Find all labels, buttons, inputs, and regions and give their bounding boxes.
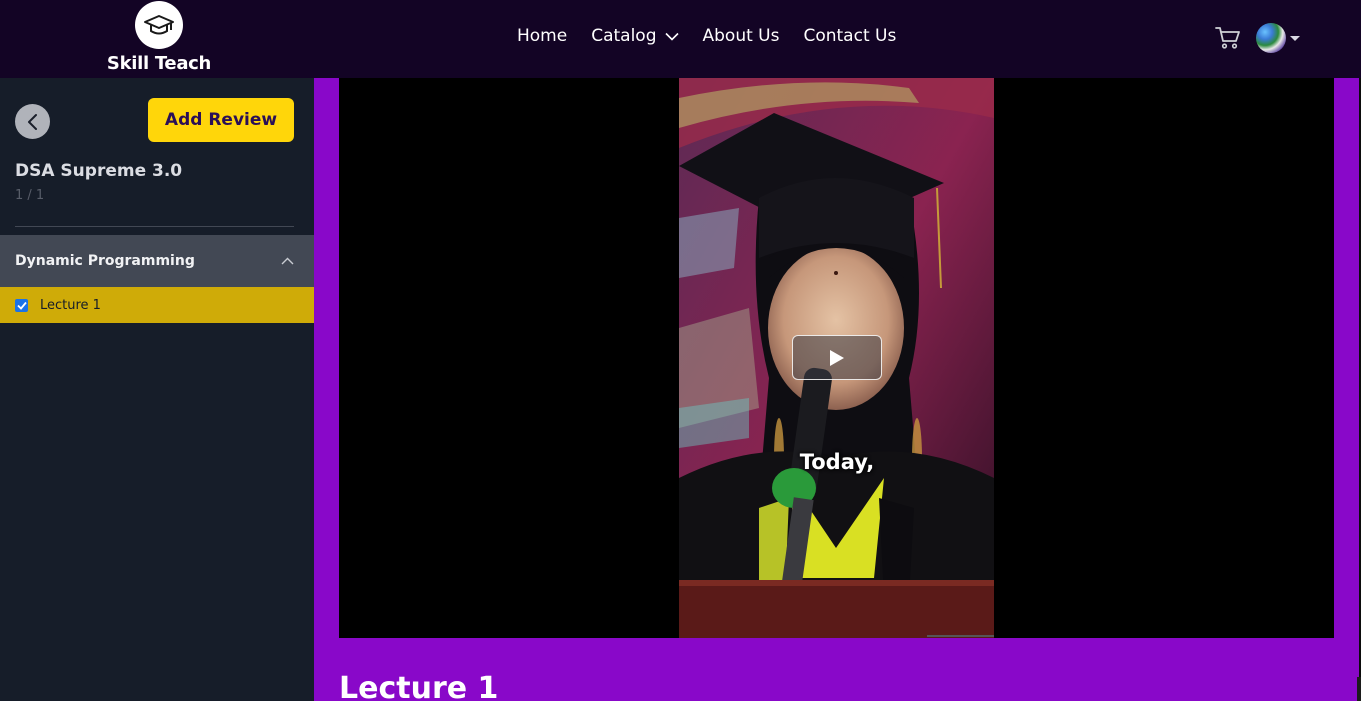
course-sidebar: Add Review DSA Supreme 3.0 1 / 1 Dynamic… (0, 78, 314, 701)
brand-name: Skill Teach (106, 53, 212, 74)
video-caption: Today, (799, 450, 875, 474)
section-toggle-dynamic-programming[interactable]: Dynamic Programming (0, 235, 314, 287)
graduation-cap-icon (135, 1, 183, 49)
lecture-main: Today, Lecture 1 (314, 78, 1359, 701)
nav-about-link[interactable]: About Us (703, 26, 780, 46)
lecture-item[interactable]: Lecture 1 (0, 287, 314, 323)
course-progress: 1 / 1 (15, 188, 45, 203)
lecture-item-label: Lecture 1 (40, 297, 101, 313)
caret-down-icon (1290, 35, 1300, 41)
lecture-completed-checkbox[interactable] (15, 298, 28, 312)
main-nav: Home Catalog About Us Contact Us (517, 26, 896, 46)
brand-logo[interactable]: Skill Teach (104, 1, 214, 75)
chevron-down-icon (664, 32, 679, 41)
cart-icon[interactable] (1215, 26, 1241, 50)
lecture-title: Lecture 1 (339, 671, 499, 701)
user-avatar (1256, 23, 1286, 53)
play-button[interactable] (792, 335, 882, 380)
video-player[interactable]: Today, (339, 78, 1334, 638)
play-icon (830, 349, 844, 366)
nav-contact-link[interactable]: Contact Us (803, 26, 896, 46)
back-button[interactable] (15, 104, 50, 139)
add-review-button[interactable]: Add Review (148, 98, 294, 142)
sidebar-divider (15, 226, 294, 227)
chevron-up-icon (281, 257, 294, 265)
course-title: DSA Supreme 3.0 (15, 161, 183, 181)
top-navbar: Skill Teach Home Catalog About Us Contac… (0, 0, 1361, 78)
nav-catalog-label: Catalog (591, 26, 657, 46)
page-scrollbar-thumb[interactable] (1357, 677, 1361, 701)
video-progress-bar[interactable] (927, 635, 994, 637)
chevron-left-icon (27, 113, 37, 130)
check-icon (16, 301, 27, 310)
profile-dropdown[interactable] (1256, 23, 1300, 53)
nav-home-link[interactable]: Home (517, 26, 567, 46)
section-title: Dynamic Programming (15, 253, 195, 269)
nav-catalog-dropdown[interactable]: Catalog (591, 26, 679, 46)
